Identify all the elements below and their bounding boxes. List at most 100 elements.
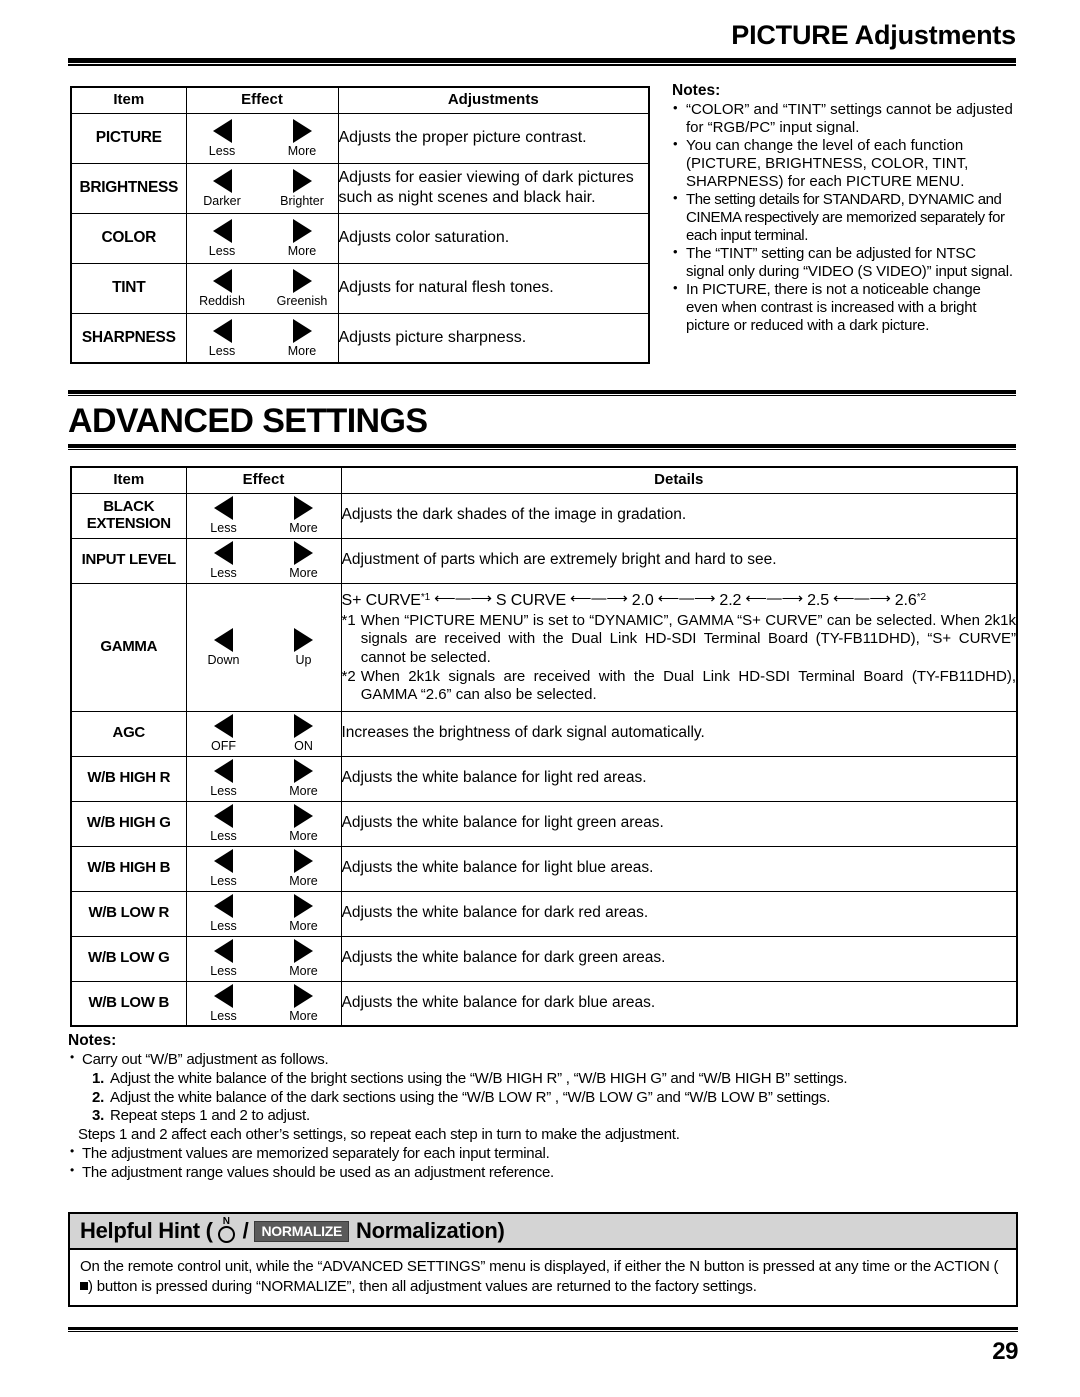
row-detail-text: Adjusts the white balance for light red … [340,755,1018,802]
arrow-right-icon [294,804,313,829]
n-button-letter: N [222,1215,230,1227]
effect-left-label: Less [208,343,236,358]
hint-body-line2-a: or the ACTION ( [893,1258,999,1275]
section-divider-bottom [68,444,1016,450]
arrow-left-icon [212,118,232,143]
arrow-left-icon [214,804,233,829]
step-text: Repeat steps 1 and 2 to adjust. [110,1107,310,1125]
helpful-hint-body: On the remote control unit, while the “A… [68,1250,1018,1307]
row-item-label: W/B HIGH R [70,755,187,802]
hint-slash: / [242,1218,249,1243]
effect-cell: Less More [185,890,342,937]
page-title: PICTURE Adjustments [731,20,1016,50]
picture-notes-list: “COLOR” and “TINT” settings cannot be ad… [672,100,1016,335]
gamma-footnote-ref-2: *2 [916,591,926,603]
effect-right-label: More [289,1009,318,1023]
row-detail-text: Adjusts the white balance for light gree… [340,800,1018,847]
arrow-left-icon [214,939,233,964]
effect-left-label: Less [210,964,237,979]
row-item-label: GAMMA [70,582,187,712]
row-detail-text: Adjusts the proper picture contrast. [337,112,650,164]
gamma-footnote-1: *1 When “PICTURE MENU” is set to “DYNAMI… [342,612,1017,667]
column-header-details: Details [340,466,1018,494]
header-divider [68,58,1016,66]
row-detail-text: Adjusts the white balance for dark green… [340,935,1018,982]
arrow-left-icon [214,714,233,739]
effect-right-label: More [287,143,317,158]
step-number: 1. [92,1069,105,1087]
arrow-right-icon [294,541,313,566]
note-item: The adjustment values are memorized sepa… [68,1144,1018,1164]
row-item-label: AGC [70,710,187,757]
arrow-left-icon [214,627,233,652]
wb-steps-list: 1. Adjust the white balance of the bright… [68,1070,1018,1126]
effect-left-label: Less [210,784,237,799]
arrow-right-icon [294,849,313,874]
gamma-value: 2.5 [807,591,830,609]
effect-cell: Down Up [185,582,342,712]
page-footer: 29 [68,1327,1019,1366]
effect-left-label: Down [207,652,240,667]
effect-right-label: ON [294,739,313,754]
helpful-hint-header: Helpful Hint ( N / NORMALIZE Normalizati… [68,1212,1018,1250]
arrow-right-icon [294,939,313,964]
table-row: W/B LOW R Less More Adjusts the white ba… [70,890,1018,937]
effect-right-label: More [289,964,318,979]
arrow-right-icon [292,118,312,143]
step-number: 2. [92,1088,105,1106]
row-item-label: W/B HIGH G [70,800,187,847]
effect-right-label: Brighter [280,193,324,208]
arrow-right-icon [294,984,313,1008]
effect-cell: Less More [185,492,342,539]
note-item: The adjustment range values should be us… [68,1163,1018,1183]
row-detail-text: Adjusts color saturation. [337,212,650,264]
row-item-label: SHARPNESS [70,312,187,364]
row-detail-text: Adjusts the white balance for dark red a… [340,890,1018,937]
advanced-table-body: BLACK EXTENSION Less More Adjusts the da… [70,492,1018,1027]
row-item-label: W/B LOW B [70,980,187,1027]
note-item: You can change the level of each functio… [672,136,1016,191]
helpful-hint-box: Helpful Hint ( N / NORMALIZE Normalizati… [68,1212,1018,1307]
row-detail-text: Adjusts for natural flesh tones. [337,262,650,314]
arrow-left-icon [214,894,233,919]
arrow-right-icon [292,218,312,243]
arrow-right-icon [294,714,313,739]
advanced-notes-list-2: The adjustment values are memorized sepa… [68,1144,1018,1183]
hint-body-line2-b: ) button is pressed during “NORMALIZE”, … [88,1277,757,1295]
arrow-right-icon [294,894,313,919]
table-row: W/B HIGH G Less More Adjusts the white b… [70,800,1018,847]
table-row: COLOR Less More Adjusts color saturation… [70,212,650,264]
bidir-arrow-icon: ⟵—⟶ [745,589,804,607]
gamma-value: S CURVE [495,591,567,609]
column-header-effect: Effect [185,86,339,114]
picture-notes: Notes: “COLOR” and “TINT” settings canno… [672,82,1016,335]
row-detail-text: Adjusts the dark shades of the image in … [340,492,1018,539]
list-item: 3. Repeat steps 1 and 2 to adjust. [92,1107,1018,1126]
step-text: Adjust the white balance of the bright s… [110,1069,848,1087]
effect-left-label: Less [210,829,237,844]
circle-icon [217,1225,235,1243]
arrow-left-icon [214,496,233,521]
effect-right-label: More [289,874,318,889]
effect-cell: OFF ON [185,710,342,757]
footer-divider [68,1327,1018,1332]
row-item-label: BLACK EXTENSION [70,492,187,539]
footnote-marker: *1 [341,612,356,630]
effect-cell: Reddish Greenish [185,262,339,314]
page-number: 29 [992,1338,1018,1365]
effect-left-label: Less [208,243,236,258]
effect-cell: Less More [185,845,342,892]
table-row: W/B LOW B Less More Adjusts the white ba… [70,980,1018,1027]
table-row: INPUT LEVEL Less More Adjustment of part… [70,537,1018,584]
hint-body-line1: On the remote control unit, while the “A… [80,1258,890,1275]
column-header-item: Item [70,86,187,114]
effect-right-label: Greenish [276,293,328,308]
arrow-left-icon [214,759,233,784]
effect-cell: Less More [185,112,339,164]
effect-right-label: More [287,343,317,358]
arrow-right-icon [292,168,312,193]
effect-right-label: More [289,521,318,536]
note-item: Carry out “W/B” adjustment as follows. [68,1050,1018,1070]
effect-cell: Less More [185,980,342,1027]
arrow-left-icon [212,218,232,243]
